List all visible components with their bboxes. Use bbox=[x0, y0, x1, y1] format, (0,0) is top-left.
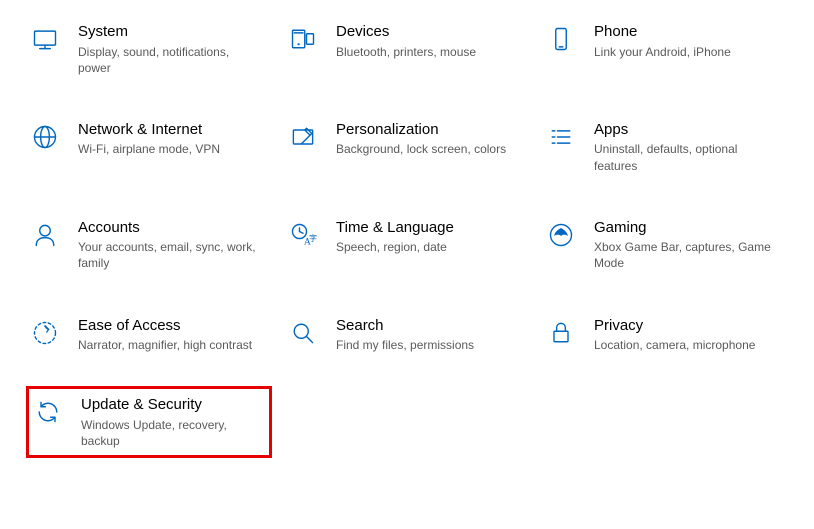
devices-icon bbox=[288, 24, 318, 54]
settings-item-devices[interactable]: Devices Bluetooth, printers, mouse bbox=[288, 20, 526, 78]
settings-item-text: Ease of Access Narrator, magnifier, high… bbox=[78, 316, 268, 354]
settings-item-title: Phone bbox=[594, 22, 778, 42]
settings-item-text: Gaming Xbox Game Bar, captures, Game Mod… bbox=[594, 218, 784, 272]
settings-item-desc: Find my files, permissions bbox=[336, 337, 520, 353]
settings-item-text: Phone Link your Android, iPhone bbox=[594, 22, 784, 60]
settings-item-ease-of-access[interactable]: Ease of Access Narrator, magnifier, high… bbox=[30, 314, 268, 356]
phone-icon bbox=[546, 24, 576, 54]
settings-grid: System Display, sound, notifications, po… bbox=[30, 20, 784, 449]
settings-item-time-language[interactable]: A字 Time & Language Speech, region, date bbox=[288, 216, 526, 274]
update-security-icon bbox=[33, 397, 63, 427]
settings-item-title: Accounts bbox=[78, 218, 262, 238]
search-icon bbox=[288, 318, 318, 348]
settings-item-title: Privacy bbox=[594, 316, 778, 336]
settings-item-text: Update & Security Windows Update, recove… bbox=[81, 395, 265, 449]
settings-item-system[interactable]: System Display, sound, notifications, po… bbox=[30, 20, 268, 78]
settings-item-title: Update & Security bbox=[81, 395, 259, 415]
settings-item-title: Devices bbox=[336, 22, 520, 42]
settings-item-text: Time & Language Speech, region, date bbox=[336, 218, 526, 256]
settings-item-title: Network & Internet bbox=[78, 120, 262, 140]
settings-item-personalization[interactable]: Personalization Background, lock screen,… bbox=[288, 118, 526, 176]
settings-item-gaming[interactable]: Gaming Xbox Game Bar, captures, Game Mod… bbox=[546, 216, 784, 274]
settings-item-update-security[interactable]: Update & Security Windows Update, recove… bbox=[26, 386, 272, 458]
settings-item-desc: Your accounts, email, sync, work, family bbox=[78, 239, 262, 271]
settings-item-text: Accounts Your accounts, email, sync, wor… bbox=[78, 218, 268, 272]
settings-item-text: Network & Internet Wi-Fi, airplane mode,… bbox=[78, 120, 268, 158]
settings-item-desc: Background, lock screen, colors bbox=[336, 141, 520, 157]
settings-item-desc: Speech, region, date bbox=[336, 239, 520, 255]
system-icon bbox=[30, 24, 60, 54]
settings-item-accounts[interactable]: Accounts Your accounts, email, sync, wor… bbox=[30, 216, 268, 274]
time-language-icon: A字 bbox=[288, 220, 318, 250]
apps-icon bbox=[546, 122, 576, 152]
settings-item-desc: Location, camera, microphone bbox=[594, 337, 778, 353]
settings-item-title: Search bbox=[336, 316, 520, 336]
settings-item-title: System bbox=[78, 22, 262, 42]
ease-of-access-icon bbox=[30, 318, 60, 348]
settings-item-text: Privacy Location, camera, microphone bbox=[594, 316, 784, 354]
svg-text:字: 字 bbox=[309, 233, 317, 243]
settings-item-desc: Bluetooth, printers, mouse bbox=[336, 44, 520, 60]
settings-item-text: System Display, sound, notifications, po… bbox=[78, 22, 268, 76]
settings-item-desc: Display, sound, notifications, power bbox=[78, 44, 262, 76]
settings-item-text: Devices Bluetooth, printers, mouse bbox=[336, 22, 526, 60]
privacy-icon bbox=[546, 318, 576, 348]
settings-item-desc: Link your Android, iPhone bbox=[594, 44, 778, 60]
settings-item-desc: Xbox Game Bar, captures, Game Mode bbox=[594, 239, 778, 271]
settings-item-desc: Narrator, magnifier, high contrast bbox=[78, 337, 262, 353]
settings-item-title: Ease of Access bbox=[78, 316, 262, 336]
settings-item-desc: Windows Update, recovery, backup bbox=[81, 417, 259, 449]
settings-item-title: Personalization bbox=[336, 120, 520, 140]
settings-item-title: Apps bbox=[594, 120, 778, 140]
settings-item-desc: Wi-Fi, airplane mode, VPN bbox=[78, 141, 262, 157]
settings-item-text: Personalization Background, lock screen,… bbox=[336, 120, 526, 158]
network-icon bbox=[30, 122, 60, 152]
settings-item-privacy[interactable]: Privacy Location, camera, microphone bbox=[546, 314, 784, 356]
settings-item-desc: Uninstall, defaults, optional features bbox=[594, 141, 778, 173]
settings-item-search[interactable]: Search Find my files, permissions bbox=[288, 314, 526, 356]
settings-item-network[interactable]: Network & Internet Wi-Fi, airplane mode,… bbox=[30, 118, 268, 176]
settings-item-title: Time & Language bbox=[336, 218, 520, 238]
settings-item-apps[interactable]: Apps Uninstall, defaults, optional featu… bbox=[546, 118, 784, 176]
gaming-icon bbox=[546, 220, 576, 250]
settings-item-title: Gaming bbox=[594, 218, 778, 238]
settings-item-text: Search Find my files, permissions bbox=[336, 316, 526, 354]
settings-item-phone[interactable]: Phone Link your Android, iPhone bbox=[546, 20, 784, 78]
accounts-icon bbox=[30, 220, 60, 250]
personalization-icon bbox=[288, 122, 318, 152]
settings-item-text: Apps Uninstall, defaults, optional featu… bbox=[594, 120, 784, 174]
